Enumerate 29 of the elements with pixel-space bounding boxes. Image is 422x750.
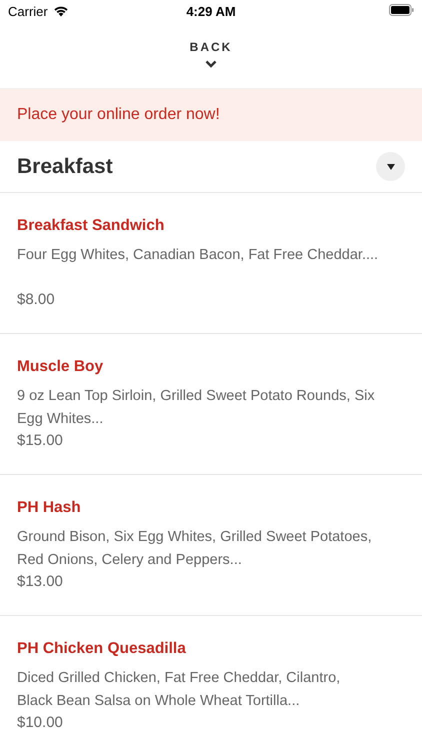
status-time: 4:29 AM bbox=[186, 4, 236, 18]
item-description: Red Onions, Celery and Peppers... bbox=[17, 551, 243, 570]
item-name: Muscle Boy bbox=[17, 357, 104, 377]
menu-item[interactable]: Muscle Boy 9 oz Lean Top Sirloin, Grilled Sweet Potato Rounds, Six Egg Whites... $15.00 bbox=[0, 334, 422, 475]
item-description: Diced Grilled Chicken, Fat Free Cheddar, Cilantro, bbox=[17, 669, 342, 688]
item-price: $10.00 bbox=[17, 713, 64, 733]
section-title: Breakfast bbox=[17, 154, 113, 178]
item-price: $15.00 bbox=[17, 431, 64, 451]
item-description: Ground Bison, Six Egg Whites, Grilled Sweet Potatoes, bbox=[17, 528, 373, 547]
menu-item[interactable]: PH Chicken Quesadilla Diced Grilled Chicken, Fat Free Cheddar, Cilantro, Black Bean Salsa on Whole Wheat Tortilla... $10.00 bbox=[0, 616, 422, 750]
back-button[interactable]: BACK bbox=[190, 40, 232, 68]
item-price: $8.00 bbox=[17, 290, 56, 310]
item-name: PH Chicken Quesadilla bbox=[17, 639, 187, 659]
item-description: 9 oz Lean Top Sirloin, Grilled Sweet Potato Rounds, Six bbox=[17, 387, 376, 406]
wifi-icon bbox=[52, 5, 69, 17]
item-name: PH Hash bbox=[17, 498, 82, 518]
item-description: Four Egg Whites, Canadian Bacon, Fat Free Cheddar.... bbox=[17, 246, 380, 265]
item-description: Black Bean Salsa on Whole Wheat Tortilla... bbox=[17, 692, 301, 711]
dropdown-button[interactable] bbox=[376, 152, 405, 181]
menu-item[interactable]: Breakfast Sandwich Four Egg Whites, Canadian Bacon, Fat Free Cheddar.... $8.00 bbox=[0, 193, 422, 334]
triangle-icon bbox=[386, 164, 394, 170]
item-description: Egg Whites... bbox=[17, 410, 104, 429]
item-name: Breakfast Sandwich bbox=[17, 216, 166, 236]
carrier-label: Carrier bbox=[8, 4, 48, 18]
chevron-down-icon bbox=[204, 60, 217, 68]
menu-item[interactable]: PH Hash Ground Bison, Six Egg Whites, Grilled Sweet Potatoes, Red Onions, Celery and Peppers... $13.00 bbox=[0, 475, 422, 616]
item-price: $13.00 bbox=[17, 572, 64, 592]
battery-icon bbox=[389, 4, 414, 16]
promo-text: Place your online order now! bbox=[17, 106, 220, 124]
